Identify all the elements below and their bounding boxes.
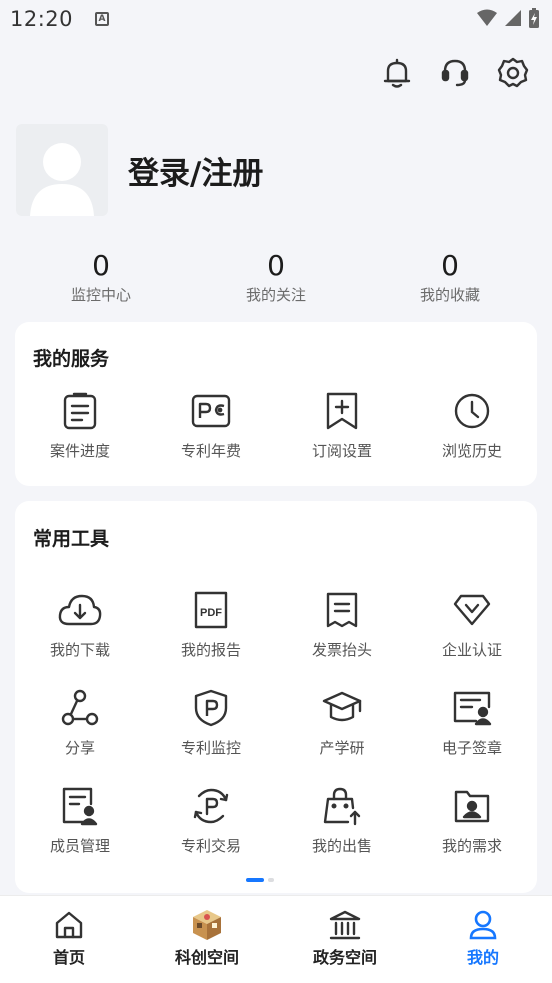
service-browse-history[interactable]: 浏览历史 (417, 390, 527, 461)
tool-label: 企业认证 (441, 641, 502, 659)
battery-icon (529, 8, 539, 28)
tool-my-demands[interactable]: 我的需求 (417, 785, 527, 856)
tool-my-sales[interactable]: 我的出售 (287, 785, 397, 856)
tool-my-reports[interactable]: PDF 我的报告 (156, 589, 266, 660)
avatar[interactable] (16, 124, 108, 216)
tools-card: 常用工具 我的下载 PDF 我的报告 发票抬头 企业认证 分享 专利监控 产学研… (15, 501, 537, 893)
tool-e-signature[interactable]: 电子签章 (417, 687, 527, 758)
stats-row: 0 监控中心 0 我的关注 0 我的收藏 (0, 250, 552, 310)
pdf-file-icon: PDF (156, 589, 266, 631)
tool-label: 电子签章 (441, 739, 502, 757)
page-dot-active (246, 878, 264, 882)
stat-label: 监控中心 (70, 286, 131, 304)
tool-label: 专利监控 (180, 739, 241, 757)
member-doc-icon (25, 785, 135, 827)
nav-label: 科创空间 (174, 948, 239, 967)
notification-bell-icon[interactable] (380, 54, 414, 92)
graduation-cap-icon (287, 687, 397, 729)
service-label: 专利年费 (180, 442, 241, 460)
tool-member-management[interactable]: 成员管理 (25, 785, 135, 856)
nav-innovation-space[interactable]: 科创空间 (157, 908, 257, 968)
user-icon (433, 908, 533, 942)
nav-home[interactable]: 首页 (19, 908, 119, 968)
stat-label: 我的关注 (245, 286, 306, 304)
tool-label: 我的报告 (180, 641, 241, 659)
page-indicator (246, 878, 274, 882)
bottom-nav: 首页 科创空间 政务空间 我的 (0, 895, 552, 983)
stat-label: 我的收藏 (419, 286, 480, 304)
service-patent-fee[interactable]: 专利年费 (156, 390, 266, 461)
settings-gear-icon[interactable] (496, 54, 530, 92)
nav-label: 首页 (52, 948, 85, 967)
service-case-progress[interactable]: 案件进度 (25, 390, 135, 461)
government-building-icon (295, 908, 395, 942)
patent-fee-icon (156, 390, 266, 432)
status-indicators (476, 7, 540, 29)
nav-label: 政务空间 (312, 948, 377, 967)
nav-government-space[interactable]: 政务空间 (295, 908, 395, 968)
tool-invoice-header[interactable]: 发票抬头 (287, 589, 397, 660)
service-label: 浏览历史 (441, 442, 502, 460)
login-register-link[interactable]: 登录/注册 (128, 148, 263, 193)
tool-label: 专利交易 (180, 837, 241, 855)
tool-label: 分享 (64, 739, 95, 757)
tool-industry-academia[interactable]: 产学研 (287, 687, 397, 758)
tool-label: 成员管理 (49, 837, 110, 855)
stat-my-follows[interactable]: 0 我的关注 (216, 250, 336, 305)
e-signature-icon (417, 687, 527, 729)
patent-shield-icon (156, 687, 266, 729)
home-icon (19, 908, 119, 942)
tool-my-downloads[interactable]: 我的下载 (25, 589, 135, 660)
customer-service-icon[interactable] (438, 54, 472, 92)
invoice-icon (287, 589, 397, 631)
clock-icon (417, 390, 527, 432)
sell-bag-icon (287, 785, 397, 827)
tool-patent-monitoring[interactable]: 专利监控 (156, 687, 266, 758)
stat-value: 0 (92, 249, 110, 282)
patent-trade-icon (156, 785, 266, 827)
status-time: 12:20 (10, 7, 74, 31)
services-title: 我的服务 (33, 348, 110, 370)
signal-icon (505, 10, 521, 26)
tool-patent-trading[interactable]: 专利交易 (156, 785, 266, 856)
bookmark-plus-icon (287, 390, 397, 432)
stat-monitor-center[interactable]: 0 监控中心 (41, 250, 161, 305)
share-icon (25, 687, 135, 729)
tool-label: 产学研 (319, 739, 365, 757)
demand-folder-icon (417, 785, 527, 827)
nav-label: 我的 (466, 948, 499, 967)
tool-label: 发票抬头 (311, 641, 372, 659)
tool-label: 我的需求 (441, 837, 502, 855)
svg-text:PDF: PDF (200, 607, 222, 619)
cloud-download-icon (25, 589, 135, 631)
top-actions (380, 54, 530, 92)
service-label: 订阅设置 (311, 442, 372, 460)
tool-enterprise-certification[interactable]: 企业认证 (417, 589, 527, 660)
innovation-space-icon (157, 908, 257, 942)
tools-title: 常用工具 (33, 528, 110, 550)
nav-mine[interactable]: 我的 (433, 908, 533, 968)
wifi-icon (477, 9, 497, 26)
notification-a-icon: A (95, 12, 110, 26)
tool-share[interactable]: 分享 (25, 687, 135, 758)
status-bar: 12:20 A (0, 0, 552, 38)
service-label: 案件进度 (49, 442, 110, 460)
services-card: 我的服务 案件进度 专利年费 订阅设置 浏览历史 (15, 322, 537, 486)
stat-value: 0 (267, 249, 285, 282)
verified-badge-icon (417, 589, 527, 631)
stat-my-favorites[interactable]: 0 我的收藏 (390, 250, 510, 305)
clipboard-list-icon (25, 390, 135, 432)
tool-label: 我的下载 (49, 641, 110, 659)
service-subscription-settings[interactable]: 订阅设置 (287, 390, 397, 461)
page-dot (268, 878, 274, 882)
stat-value: 0 (441, 249, 459, 282)
tool-label: 我的出售 (311, 837, 372, 855)
